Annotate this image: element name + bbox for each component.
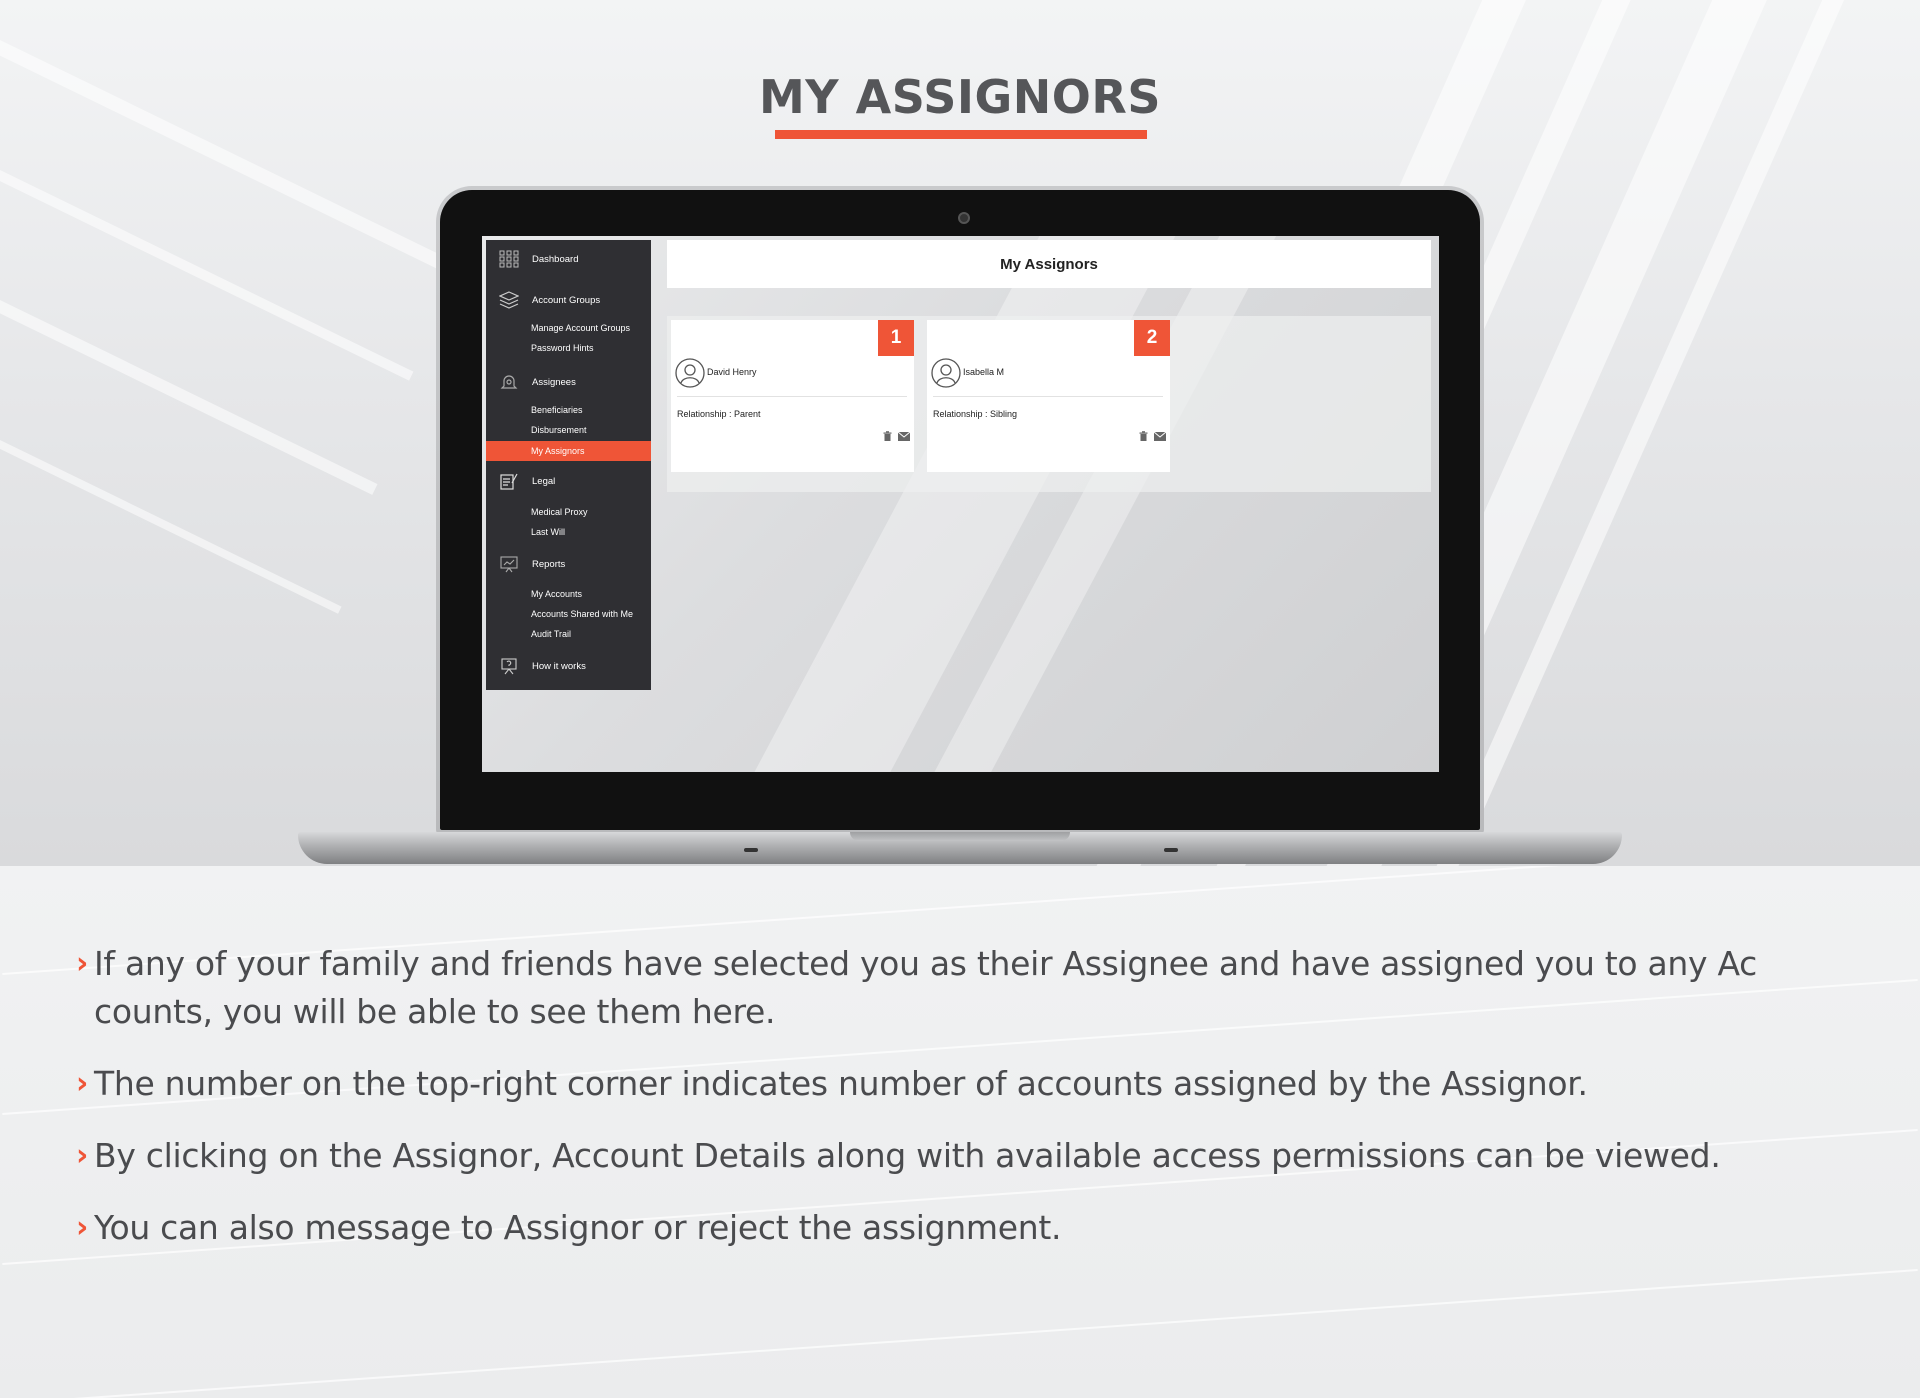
app-screen: Dashboard Account Groups Manage Account …: [482, 236, 1439, 772]
relationship-text: Relationship : Sibling: [933, 409, 1018, 419]
nav-accounts-shared-with-me[interactable]: Accounts Shared with Me: [486, 604, 651, 624]
point-text: By clicking on the Assignor, Account Det…: [94, 1136, 1721, 1175]
nav-how-it-works[interactable]: How it works: [486, 651, 651, 681]
nav-label: Dashboard: [532, 253, 579, 265]
nav-last-will[interactable]: Last Will: [486, 522, 651, 542]
presentation-icon: [494, 553, 524, 575]
assignor-name: Isabella M: [963, 367, 1005, 377]
laptop-base: [298, 832, 1622, 864]
point-text: The number on the top-right corner indic…: [94, 1064, 1588, 1103]
assignor-card[interactable]: 2 Isabella M Relationship : Sibling: [927, 320, 1170, 472]
layers-icon: [494, 289, 524, 311]
nav-label: How it works: [532, 660, 586, 672]
webcam-icon: [958, 212, 970, 224]
nav-medical-proxy[interactable]: Medical Proxy: [486, 502, 651, 522]
help-board-icon: [494, 655, 524, 677]
nav-disbursement[interactable]: Disbursement: [486, 420, 651, 440]
chevron-right-icon: ›: [76, 1210, 89, 1245]
nav-beneficiaries[interactable]: Beneficiaries: [486, 400, 651, 420]
card-divider: [933, 396, 1163, 397]
envelope-icon[interactable]: [898, 431, 910, 441]
bell-icon: [494, 371, 524, 393]
trash-icon[interactable]: [1139, 431, 1148, 441]
nav-my-accounts[interactable]: My Accounts: [486, 584, 651, 604]
nav-label: Legal: [532, 475, 556, 487]
account-count-badge: 1: [878, 320, 914, 356]
content-title: My Assignors: [667, 240, 1431, 288]
account-count-badge: 2: [1134, 320, 1170, 356]
laptop-foot: [1164, 848, 1178, 852]
nav-audit-trail[interactable]: Audit Trail: [486, 624, 651, 644]
nav-manage-account-groups[interactable]: Manage Account Groups: [486, 318, 651, 338]
page-title: MY ASSIGNORS: [759, 70, 1161, 124]
point-text: You can also message to Assignor or reje…: [94, 1208, 1062, 1247]
nav-label: Reports: [532, 558, 566, 570]
nav-dashboard[interactable]: Dashboard: [486, 244, 651, 274]
trash-icon[interactable]: [883, 431, 892, 441]
nav-legal[interactable]: Legal: [486, 466, 651, 496]
chevron-right-icon: ›: [76, 1138, 89, 1173]
assignor-name: David Henry: [707, 367, 757, 377]
relationship-text: Relationship : Parent: [677, 409, 761, 419]
laptop-lid: Dashboard Account Groups Manage Account …: [436, 186, 1484, 834]
laptop-bezel: Dashboard Account Groups Manage Account …: [440, 190, 1480, 830]
nav-label: Account Groups: [532, 294, 601, 306]
assignor-card[interactable]: 1 David Henry Relationship : Parent: [671, 320, 914, 472]
envelope-icon[interactable]: [1154, 431, 1166, 441]
laptop-foot: [744, 848, 758, 852]
description-point: › By clicking on the Assignor, Account D…: [76, 1132, 1794, 1180]
edit-document-icon: [494, 470, 524, 492]
nav-account-groups[interactable]: Account Groups: [486, 285, 651, 315]
nav-my-assignors[interactable]: My Assignors: [486, 441, 651, 461]
chevron-right-icon: ›: [76, 1066, 89, 1101]
chevron-right-icon: ›: [76, 946, 89, 981]
avatar-icon: [675, 358, 705, 388]
description-point: › You can also message to Assignor or re…: [76, 1204, 1794, 1252]
nav-reports[interactable]: Reports: [486, 549, 651, 579]
nav-password-hints[interactable]: Password Hints: [486, 338, 651, 358]
avatar-icon: [931, 358, 961, 388]
card-actions: [883, 431, 910, 441]
title-underline: [775, 130, 1147, 139]
nav-assignees[interactable]: Assignees: [486, 367, 651, 397]
nav-label: Assignees: [532, 376, 576, 388]
point-text: If any of your family and friends have s…: [94, 944, 1757, 1031]
laptop-notch: [850, 832, 1070, 841]
app-sidebar: Dashboard Account Groups Manage Account …: [486, 240, 651, 690]
description-point: › The number on the top-right corner ind…: [76, 1060, 1794, 1108]
card-divider: [677, 396, 907, 397]
description-point: › If any of your family and friends have…: [76, 940, 1794, 1036]
grid-icon: [494, 248, 524, 270]
card-actions: [1139, 431, 1166, 441]
